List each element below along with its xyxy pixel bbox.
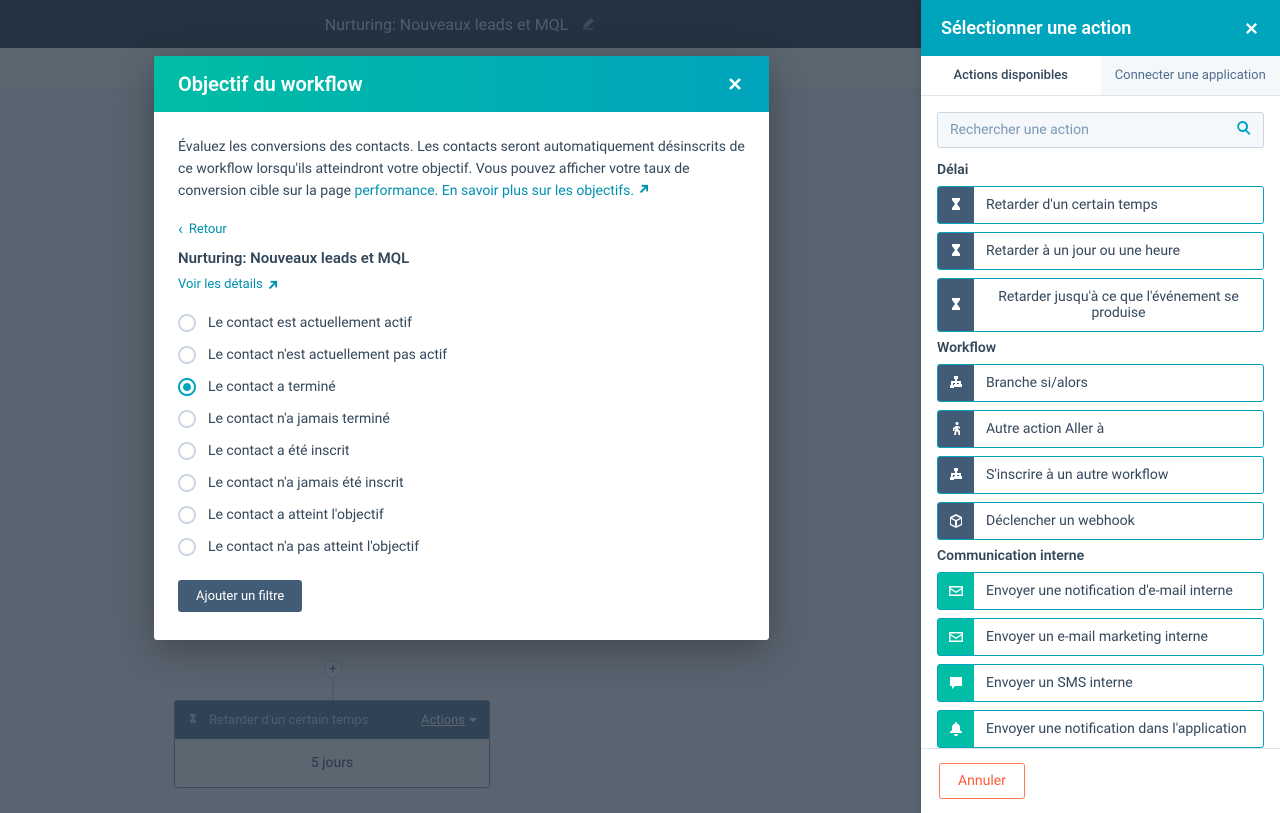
action-item-label: Retarder jusqu'à ce que l'événement se p… [974, 279, 1263, 331]
view-details-label: Voir les détails [178, 274, 263, 296]
goal-radio-option[interactable]: Le contact n'est actuellement pas actif [178, 344, 745, 366]
action-item[interactable]: Retarder jusqu'à ce que l'événement se p… [937, 278, 1264, 332]
radio-label: Le contact n'a jamais terminé [208, 408, 390, 430]
panel-title: Sélectionner une action [941, 18, 1131, 39]
panel-scroll-area[interactable]: Délai Retarder d'un certain temps Retarder… [921, 96, 1280, 748]
cancel-button[interactable]: Annuler [939, 763, 1025, 799]
view-details-link[interactable]: Voir les détails [178, 274, 278, 296]
action-section-title: Délai [937, 162, 1264, 178]
cube-icon [938, 503, 974, 539]
action-item-label: Déclencher un webhook [974, 503, 1263, 539]
goal-radio-list: Le contact est actuellement actif Le cont… [178, 312, 745, 558]
action-item-label: Autre action Aller à [974, 411, 1263, 447]
action-section-title: Communication interne [937, 548, 1264, 564]
radio-label: Le contact n'est actuellement pas actif [208, 344, 447, 366]
back-link[interactable]: Retour [178, 222, 227, 237]
back-row: Retour [178, 218, 745, 241]
action-item[interactable]: Déclencher un webhook [937, 502, 1264, 540]
action-item[interactable]: Envoyer une notification d'e-mail intern… [937, 572, 1264, 610]
hourglass-icon [938, 233, 974, 269]
search-row [937, 112, 1264, 148]
sitemap-icon [938, 457, 974, 493]
goal-radio-option[interactable]: Le contact n'a jamais terminé [178, 408, 745, 430]
panel-tab[interactable]: Connecter une application [1101, 56, 1280, 95]
action-item-label: Retarder d'un certain temps [974, 187, 1263, 223]
sitemap-icon [938, 365, 974, 401]
action-item[interactable]: Envoyer un SMS interne [937, 664, 1264, 702]
mail-icon [938, 573, 974, 609]
goal-radio-option[interactable]: Le contact a été inscrit [178, 440, 745, 462]
sms-icon [938, 665, 974, 701]
action-panel: Sélectionner une action Actions disponib… [921, 0, 1280, 813]
radio-icon [178, 442, 196, 460]
action-item-label: Branche si/alors [974, 365, 1263, 401]
radio-label: Le contact est actuellement actif [208, 312, 412, 334]
search-input[interactable] [937, 112, 1264, 148]
close-icon[interactable] [1242, 19, 1260, 37]
action-item[interactable]: Autre action Aller à [937, 410, 1264, 448]
radio-label: Le contact n'a pas atteint l'objectif [208, 536, 419, 558]
modal-body: Évaluez les conversions des contacts. Le… [154, 112, 769, 640]
learn-more-link[interactable]: En savoir plus sur les objectifs. [442, 183, 649, 199]
radio-icon [178, 506, 196, 524]
modal-description: Évaluez les conversions des contacts. Le… [178, 136, 745, 202]
goal-radio-option[interactable]: Le contact a terminé [178, 376, 745, 398]
goal-radio-option[interactable]: Le contact n'a pas atteint l'objectif [178, 536, 745, 558]
panel-tab[interactable]: Actions disponibles [921, 56, 1101, 95]
selected-workflow-name: Nurturing: Nouveaux leads et MQL [178, 247, 745, 269]
panel-footer: Annuler [921, 748, 1280, 813]
radio-label: Le contact a atteint l'objectif [208, 504, 384, 526]
action-item-label: Envoyer une notification d'e-mail intern… [974, 573, 1263, 609]
hourglass-icon [938, 279, 974, 331]
goal-radio-option[interactable]: Le contact a atteint l'objectif [178, 504, 745, 526]
action-item[interactable]: Branche si/alors [937, 364, 1264, 402]
radio-label: Le contact n'a jamais été inscrit [208, 472, 404, 494]
radio-icon [178, 346, 196, 364]
action-item[interactable]: Envoyer une notification dans l'applicat… [937, 710, 1264, 748]
action-item[interactable]: S'inscrire à un autre workflow [937, 456, 1264, 494]
goal-radio-option[interactable]: Le contact n'a jamais été inscrit [178, 472, 745, 494]
add-filter-button[interactable]: Ajouter un filtre [178, 580, 302, 612]
learn-more-label: En savoir plus sur les objectifs. [442, 183, 634, 199]
hourglass-icon [938, 187, 974, 223]
close-icon[interactable] [725, 74, 745, 94]
desc-period: . [435, 183, 442, 199]
radio-label: Le contact a été inscrit [208, 440, 349, 462]
action-item-label: Envoyer une notification dans l'applicat… [974, 711, 1263, 747]
action-item[interactable]: Retarder d'un certain temps [937, 186, 1264, 224]
modal-title: Objectif du workflow [178, 72, 363, 96]
radio-icon [178, 410, 196, 428]
radio-icon [178, 538, 196, 556]
panel-tabs: Actions disponiblesConnecter une applica… [921, 56, 1280, 96]
workflow-goal-modal: Objectif du workflow Évaluez les convers… [154, 56, 769, 640]
action-item-label: Envoyer un e-mail marketing interne [974, 619, 1263, 655]
radio-icon [178, 378, 196, 396]
walk-icon [938, 411, 974, 447]
action-item[interactable]: Envoyer un e-mail marketing interne [937, 618, 1264, 656]
performance-link[interactable]: performance [355, 183, 435, 199]
radio-icon [178, 314, 196, 332]
action-item[interactable]: Retarder à un jour ou une heure [937, 232, 1264, 270]
mail-icon [938, 619, 974, 655]
goal-radio-option[interactable]: Le contact est actuellement actif [178, 312, 745, 334]
search-icon[interactable] [1236, 120, 1254, 138]
panel-header: Sélectionner une action [921, 0, 1280, 56]
action-item-label: Retarder à un jour ou une heure [974, 233, 1263, 269]
action-item-label: S'inscrire à un autre workflow [974, 457, 1263, 493]
modal-header: Objectif du workflow [154, 56, 769, 112]
bell-icon [938, 711, 974, 747]
radio-label: Le contact a terminé [208, 376, 336, 398]
radio-icon [178, 474, 196, 492]
action-section-title: Workflow [937, 340, 1264, 356]
action-item-label: Envoyer un SMS interne [974, 665, 1263, 701]
